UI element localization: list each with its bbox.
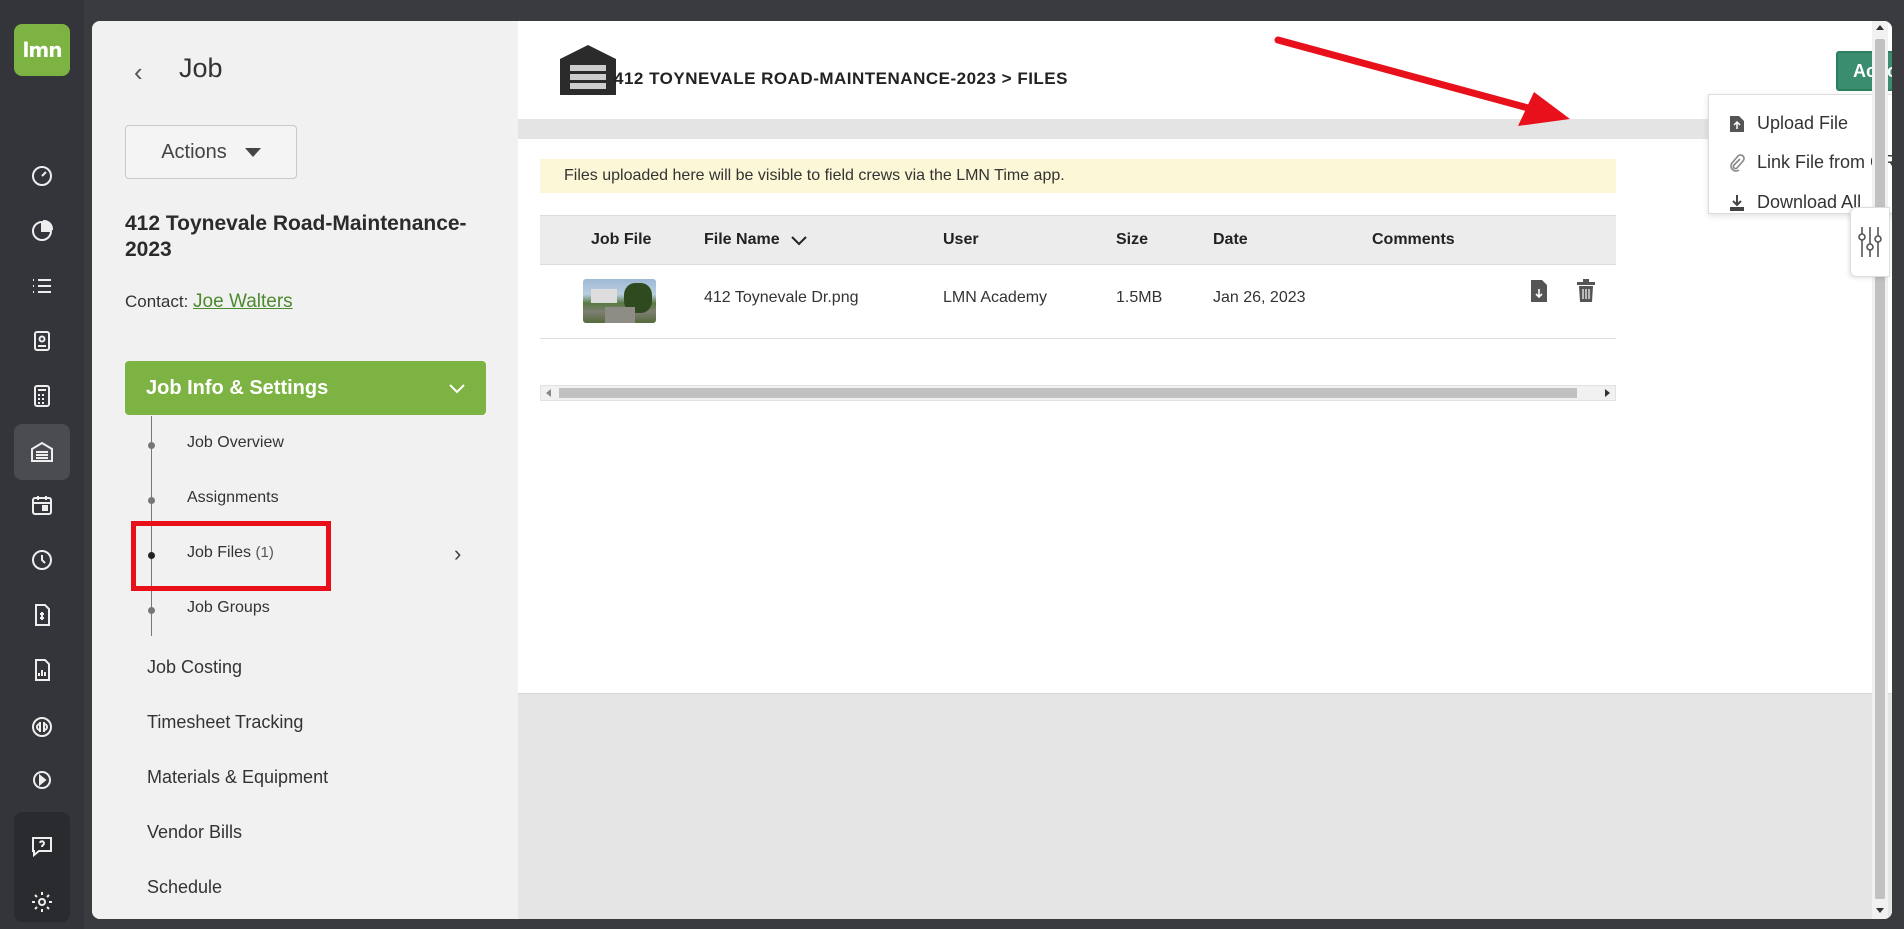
col-job-file[interactable]: Job File [591,231,651,249]
download-file-icon[interactable] [1530,279,1548,303]
chevron-down-icon [448,375,466,401]
sidebar-title: Job [179,53,223,83]
job-sidebar: ‹ Job Actions 412 Toynevale Road-Mainten… [92,21,518,919]
sliders-icon [1858,227,1882,257]
back-chevron-icon[interactable]: ‹ [134,57,143,88]
chevron-right-icon[interactable]: › [454,541,461,567]
tree-dot [148,497,155,504]
breadcrumb: 412 TOYNEVALE ROAD-MAINTENANCE-2023 > FI… [614,69,1068,88]
contact-link[interactable]: Joe Walters [193,291,293,312]
table-header: Job File File Name User Size Date Commen… [540,215,1616,265]
sidebar-item-label: Job Groups [187,599,270,616]
menu-item-label: Download All [1757,192,1862,212]
scroll-thumb[interactable] [559,388,1577,398]
horizontal-scrollbar[interactable] [540,385,1616,401]
settings-sliders-tab[interactable] [1850,207,1890,277]
invoice-icon[interactable] [20,593,64,637]
size-cell: 1.5MB [1116,289,1163,306]
calendar-icon[interactable] [20,483,64,527]
scroll-up-arrow-icon[interactable] [1876,25,1884,30]
scroll-down-arrow-icon[interactable] [1876,908,1884,913]
report-icon[interactable] [20,648,64,692]
quickbooks-icon[interactable] [20,705,64,749]
sidebar-item-label: Assignments [187,489,279,506]
action-dropdown-menu: Upload File Link File from CRM Download … [1708,94,1892,214]
file-thumbnail[interactable] [583,279,656,323]
scroll-left-arrow-icon[interactable] [546,389,551,397]
vertical-scrollbar[interactable] [1872,21,1888,919]
col-date[interactable]: Date [1213,231,1248,249]
help-chat-icon[interactable] [20,824,64,868]
list-icon[interactable] [20,264,64,308]
scroll-right-arrow-icon[interactable] [1605,389,1610,397]
notice-text: Files uploaded here will be visible to f… [564,167,1065,184]
page-header: 412 TOYNEVALE ROAD-MAINTENANCE-2023 > FI… [518,21,1892,119]
scroll-thumb[interactable] [1875,39,1885,899]
col-file-name[interactable]: File Name [704,231,808,249]
header-divider [518,119,1892,139]
app-rail: lmn [0,0,84,929]
menu-item-upload-file[interactable]: Upload File [1729,113,1848,134]
garage-icon [560,45,616,95]
play-circle-icon[interactable] [20,758,64,802]
lmn-logo[interactable]: lmn [14,24,70,76]
annotation-highlight-box [131,521,331,591]
content-footer [518,693,1892,919]
sidebar-item-label: Job Overview [187,434,284,451]
paperclip-icon [1730,153,1745,172]
col-label: File Name [704,231,780,248]
download-icon [1730,194,1744,211]
col-user[interactable]: User [943,231,979,249]
menu-item-link-file-crm[interactable]: Link File from CRM [1729,152,1892,173]
actions-label: Actions [161,140,227,163]
contact-label: Contact: [125,292,189,311]
trash-icon[interactable] [1576,279,1596,303]
sidebar-link-vendor-bills[interactable]: Vendor Bills [147,822,242,843]
sidebar-link-materials-equipment[interactable]: Materials & Equipment [147,767,328,788]
menu-item-label: Upload File [1757,113,1849,133]
col-size[interactable]: Size [1116,231,1148,249]
col-comments[interactable]: Comments [1372,231,1455,249]
gear-icon[interactable] [20,880,64,924]
sidebar-item-job-groups[interactable]: Job Groups [187,599,270,617]
main-panel: ‹ Job Actions 412 Toynevale Road-Mainten… [92,21,1892,919]
contact-card-icon[interactable] [20,319,64,363]
sidebar-link-timesheet-tracking[interactable]: Timesheet Tracking [147,712,303,733]
tree-dot [148,607,155,614]
sidebar-link-schedule[interactable]: Schedule [147,877,222,898]
upload-file-icon [1730,115,1744,132]
job-name: 412 Toynevale Road-Maintenance-2023 [125,212,467,261]
contact-line: Contact: Joe Walters [125,291,293,313]
sidebar-item-assignments[interactable]: Assignments [187,489,279,507]
sidebar-item-job-overview[interactable]: Job Overview [187,434,284,452]
date-cell: Jan 26, 2023 [1213,289,1306,306]
sort-chevron-icon [791,236,807,246]
section-label: Job Info & Settings [146,376,329,399]
sidebar-link-job-costing[interactable]: Job Costing [147,657,242,678]
table-row: 412 Toynevale Dr.png LMN Academy 1.5MB J… [540,265,1616,339]
caret-down-icon [244,147,261,157]
actions-dropdown-button[interactable]: Actions [125,125,297,179]
file-name-cell[interactable]: 412 Toynevale Dr.png [704,289,858,307]
calculator-icon[interactable] [20,374,64,418]
logo-text: lmn [22,38,63,62]
files-content: 412 TOYNEVALE ROAD-MAINTENANCE-2023 > FI… [518,21,1892,919]
dashboard-icon[interactable] [20,154,64,198]
job-info-settings-section[interactable]: Job Info & Settings [125,361,486,415]
clock-icon[interactable] [20,538,64,582]
user-cell: LMN Academy [943,289,1048,306]
info-notice: Files uploaded here will be visible to f… [540,159,1616,193]
garage-icon[interactable] [14,424,70,480]
files-table: Job File File Name User Size Date Commen… [540,215,1616,339]
tree-dot [148,442,155,449]
pie-chart-icon[interactable] [20,209,64,253]
menu-item-download-all[interactable]: Download All [1729,192,1861,213]
